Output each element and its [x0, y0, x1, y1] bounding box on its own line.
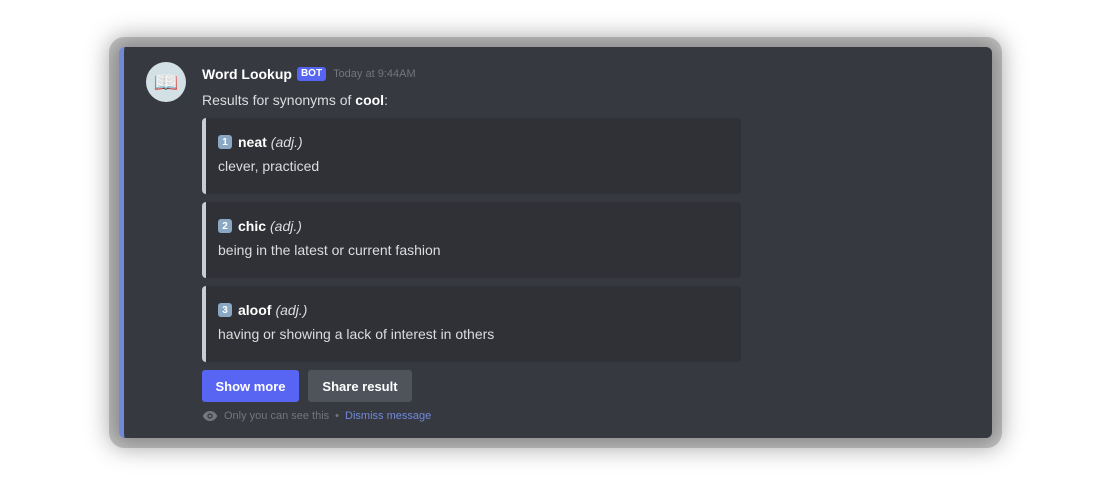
result-definition: clever, practiced: [218, 158, 320, 174]
result-card-3: 3 aloof (adj.) having or showing a lack …: [202, 286, 741, 362]
book-icon: 📖: [153, 70, 179, 94]
result-card-1: 1 neat (adj.) clever, practiced: [202, 118, 741, 194]
message-panel: 📖 Word Lookup BOT Today at 9:44AM Result…: [119, 47, 992, 438]
share-result-button[interactable]: Share result: [308, 370, 412, 402]
intro-suffix: :: [384, 92, 388, 108]
dismiss-message-link[interactable]: Dismiss message: [345, 410, 431, 422]
result-part-of-speech: (adj.): [270, 218, 302, 234]
keycap-two-icon: 2: [218, 219, 232, 233]
show-more-button[interactable]: Show more: [202, 370, 299, 402]
result-word: chic: [238, 218, 267, 234]
result-part-of-speech: (adj.): [275, 302, 308, 318]
visibility-note: Only you can see this: [224, 410, 330, 422]
separator-dot: •: [335, 410, 340, 422]
bot-avatar[interactable]: 📖: [146, 62, 186, 102]
message-intro: Results for synonyms of cool:: [202, 92, 388, 108]
ephemeral-footer: Only you can see this • Dismiss message: [202, 410, 431, 422]
bot-username[interactable]: Word Lookup: [202, 66, 292, 82]
bot-tag: BOT: [296, 67, 327, 81]
result-card-2: 2 chic (adj.) being in the latest or cur…: [202, 202, 741, 278]
result-word: aloof: [238, 302, 272, 318]
result-title: 3 aloof (adj.): [218, 302, 307, 318]
result-definition: being in the latest or current fashion: [218, 242, 441, 258]
keycap-one-icon: 1: [218, 135, 232, 149]
message-header: Word Lookup BOT Today at 9:44AM: [202, 64, 416, 84]
query-word: cool: [355, 92, 385, 108]
result-word: neat: [238, 134, 267, 150]
intro-prefix: Results for synonyms of: [202, 92, 356, 108]
result-title: 1 neat (adj.): [218, 134, 303, 150]
message-timestamp: Today at 9:44AM: [333, 68, 416, 80]
result-part-of-speech: (adj.): [270, 134, 303, 150]
eye-icon: [202, 411, 218, 421]
keycap-three-icon: 3: [218, 303, 232, 317]
result-title: 2 chic (adj.): [218, 218, 302, 234]
result-definition: having or showing a lack of interest in …: [218, 326, 495, 342]
